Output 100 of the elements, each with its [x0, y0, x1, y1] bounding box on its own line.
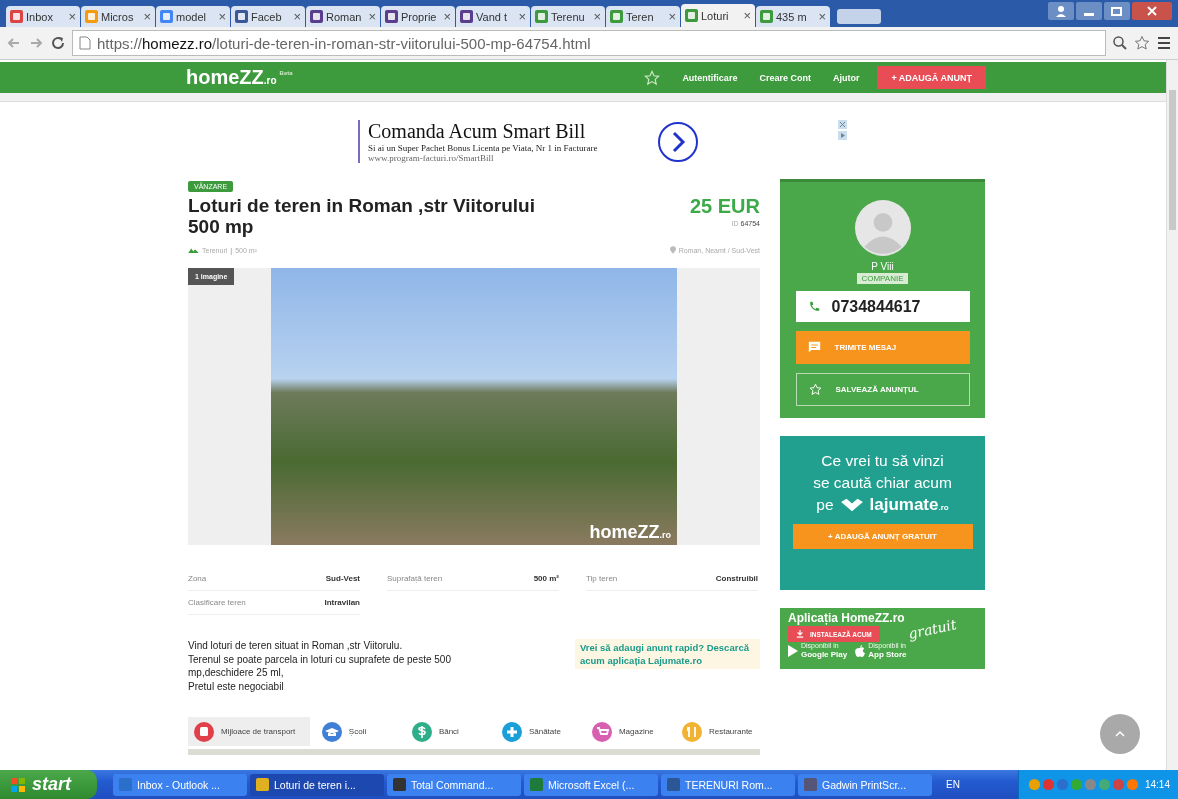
ad-url[interactable]: www.program-facturi.ro/SmartBill — [368, 153, 598, 163]
add-listing-button[interactable]: + ADAUGĂ ANUNȚ — [877, 66, 986, 89]
browser-tab[interactable]: 435 m × — [756, 6, 830, 27]
favicon-icon — [610, 10, 623, 23]
app-icon — [530, 778, 543, 791]
detail-label: Clasificare teren — [188, 597, 246, 608]
seller-type-badge: COMPANIE — [857, 273, 908, 284]
description-text: Vind loturi de teren situat in Roman ,str Viitorulu. — [188, 639, 404, 653]
browser-tab[interactable]: Proprie × — [381, 6, 455, 27]
phone-number-field[interactable]: 0734844617 — [795, 291, 970, 322]
browser-tab[interactable]: Vand t × — [456, 6, 530, 27]
location-pin-icon — [669, 246, 676, 254]
tray-icons[interactable] — [1026, 777, 1139, 792]
detail-value: Construibil — [715, 573, 758, 584]
address-bar[interactable]: https://homezz.ro/loturi-de-teren-in-roman-str-viitorului-500-mp-64754.html — [72, 30, 1106, 56]
close-icon[interactable]: × — [293, 9, 301, 24]
poi-tab[interactable]: Mijloace de transport — [188, 717, 310, 746]
browser-tab[interactable]: model × — [156, 6, 230, 27]
close-icon[interactable]: × — [668, 9, 676, 24]
browser-tab[interactable]: Faceb × — [231, 6, 305, 27]
ad-text: Ce vrei tu să vinzi — [821, 451, 944, 471]
star-icon — [808, 383, 822, 396]
start-button[interactable]: start — [0, 770, 97, 799]
ad-banner[interactable]: Comanda Acum Smart Bill Si ai un Super Pachet Bonus Licenta pe Viata, Nr 1 in Facturare www.program-facturi.ro/SmartBill — [358, 120, 778, 163]
browser-tab[interactable]: Loturi × — [681, 4, 755, 27]
close-icon[interactable]: × — [593, 9, 601, 24]
ad-choices-icon[interactable] — [838, 120, 848, 140]
favicon-icon — [460, 10, 473, 23]
app-promo-link[interactable]: Vrei să adaugi anunț rapid? Descarcă acum aplicația Lajumate.ro — [575, 639, 760, 669]
language-indicator[interactable]: EN — [946, 779, 960, 790]
scrollbar-thumb[interactable] — [1169, 90, 1176, 230]
app-icon — [393, 778, 406, 791]
detail-label: Suprafață teren — [387, 573, 443, 584]
taskbar-item[interactable]: TERENURI Rom... — [661, 773, 795, 796]
close-icon[interactable]: × — [743, 8, 751, 23]
mountain-icon — [188, 247, 199, 253]
seller-name: P Viii — [871, 261, 894, 272]
taskbar-item[interactable]: Inbox - Outlook ... — [113, 773, 247, 796]
close-icon[interactable] — [1132, 2, 1172, 20]
favorites-star-icon[interactable] — [644, 69, 661, 86]
avatar-icon — [854, 200, 911, 256]
chevron-right-icon[interactable] — [657, 120, 700, 163]
poi-tab[interactable]: Școli — [315, 717, 400, 746]
favicon-icon — [385, 10, 398, 23]
taskbar-item[interactable]: Microsoft Excel (... — [524, 773, 658, 796]
header-link[interactable]: Creare Cont — [759, 72, 811, 83]
lajumate-ad[interactable]: Ce vrei tu să vinzi se caută chiar acum pe lajumate.ro + ADAUGĂ ANUNȚ GRATUIT — [780, 436, 985, 590]
lajumate-logo: lajumate.ro — [869, 495, 949, 515]
minimize-icon[interactable] — [1076, 2, 1102, 20]
detail-value: Sud-Vest — [325, 573, 360, 584]
watermark-logo: homeZZ.ro — [589, 522, 671, 543]
close-icon[interactable]: × — [818, 9, 826, 24]
taskbar-item[interactable]: Loturi de teren i... — [250, 773, 384, 796]
user-icon[interactable] — [1048, 2, 1074, 20]
browser-tab[interactable]: Roman × — [306, 6, 380, 27]
menu-icon[interactable] — [1156, 35, 1172, 51]
detail-label: Tip teren — [586, 573, 618, 584]
ad-title[interactable]: Comanda Acum Smart Bill — [368, 120, 598, 143]
listing-title: Loturi de teren in Roman ,str Viitorului 500 mp — [188, 195, 536, 237]
zoom-icon[interactable] — [1112, 35, 1128, 51]
ad-text: Si ai un Super Pachet Bonus Licenta pe Viata, Nr 1 in Facturare — [368, 143, 598, 153]
ad-text: pe — [816, 495, 834, 515]
app-icon — [804, 778, 817, 791]
scroll-to-top-button[interactable] — [1100, 714, 1140, 754]
browser-tab[interactable]: Inbox × — [6, 6, 80, 27]
favicon-icon — [10, 10, 23, 23]
restore-icon[interactable] — [1104, 2, 1130, 20]
scrollbar[interactable] — [1166, 60, 1178, 770]
close-icon[interactable]: × — [368, 9, 376, 24]
browser-tab[interactable]: Teren × — [606, 6, 680, 27]
download-icon — [796, 630, 804, 638]
close-icon[interactable]: × — [218, 9, 226, 24]
detail-value: 500 m² — [533, 573, 559, 584]
close-icon[interactable]: × — [443, 9, 451, 24]
favicon-icon — [760, 10, 773, 23]
browser-tab[interactable]: Terenu × — [531, 6, 605, 27]
favicon-icon — [85, 10, 98, 23]
favicon-icon — [310, 10, 323, 23]
app-icon — [119, 778, 132, 791]
header-link[interactable]: Autentificare — [682, 72, 738, 83]
poi-tab[interactable]: Magazine — [585, 717, 670, 746]
close-icon[interactable]: × — [143, 9, 151, 24]
taskbar-item[interactable]: Total Command... — [387, 773, 521, 796]
poi-tab[interactable]: Bănci — [405, 717, 490, 746]
clock: 14:14 — [1144, 779, 1170, 790]
reload-icon[interactable] — [50, 35, 66, 51]
close-icon[interactable]: × — [68, 9, 76, 24]
poi-tab[interactable]: Restaurante — [675, 717, 760, 746]
taskbar-item[interactable]: Gadwin PrintScr... — [798, 773, 932, 796]
bookmark-star-icon[interactable] — [1134, 35, 1150, 51]
poi-tab[interactable]: Sănătate — [495, 717, 580, 746]
page-icon — [79, 36, 91, 50]
close-icon[interactable]: × — [518, 9, 526, 24]
favicon-icon — [160, 10, 173, 23]
browser-tab[interactable]: Micros × — [81, 6, 155, 27]
price: 25 EUR — [689, 195, 760, 218]
photo-placeholder[interactable]: homeZZ.ro — [271, 268, 677, 545]
phone-icon — [807, 300, 820, 313]
header-link[interactable]: Ajutor — [832, 72, 860, 83]
apple-icon — [855, 644, 866, 657]
